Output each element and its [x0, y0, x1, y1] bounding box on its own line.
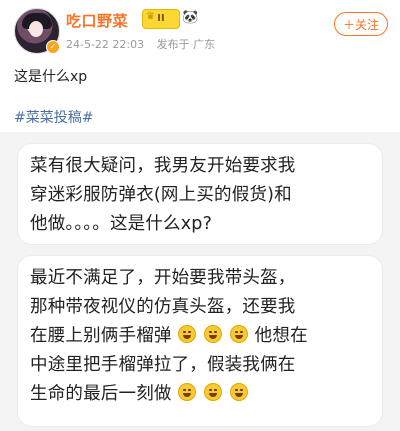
hashtag-link[interactable]: #菜菜投稿# — [14, 107, 93, 127]
post-source: 发布于 广东 — [156, 38, 216, 51]
bubble1-line-2: 穿迷彩服防弹衣(网上买的假货)和 — [30, 185, 292, 205]
bubble1-line-1: 菜有很大疑问，我男友开始要求我 — [30, 156, 296, 176]
chat-bubble-1: 菜有很大疑问，我男友开始要求我 穿迷彩服防弹衣(网上买的假货)和 他做。。。。这… — [18, 144, 382, 244]
bubble2-line-1: 最近不满足了，开始要我带头盔， — [30, 268, 296, 288]
level-badge-label: II — [157, 13, 165, 24]
level-badge: ♛ II — [142, 9, 180, 29]
bubble2-line-2: 那种带夜视仪的仿真头盔，还要我 — [30, 297, 296, 317]
bubble2-line-6: 生命的最后一刻做 — [30, 384, 172, 404]
bubble2-line-4: 他想在 — [254, 326, 308, 346]
laughing-emoji-icon — [229, 325, 248, 343]
follow-button[interactable]: ＋关注 — [334, 12, 388, 36]
verified-badge-icon: ✓ — [46, 40, 60, 54]
laughing-emoji-icon — [204, 325, 223, 343]
panda-icon: 🐼 — [182, 10, 199, 25]
laughing-emoji-icon — [204, 383, 223, 401]
post-meta: 24-5-22 22:03 发布于 广东 — [66, 36, 224, 52]
post-image[interactable]: 菜有很大疑问，我男友开始要求我 穿迷彩服防弹衣(网上买的假货)和 他做。。。。这… — [0, 132, 400, 431]
post-header: ✓ 吃口野菜 ♛ II 🐼 24-5-22 22:03 发布于 广东 ＋关注 — [0, 0, 400, 62]
chat-bubble-2: 最近不满足了，开始要我带头盔， 那种带夜视仪的仿真头盔，还要我 在腰上别俩手榴弹… — [18, 256, 382, 426]
avatar-face — [29, 21, 43, 37]
post-text: 这是什么xp — [14, 69, 88, 85]
laughing-emoji-icon — [229, 383, 248, 401]
author-name[interactable]: 吃口野菜 — [66, 10, 128, 31]
bubble2-line-5: 中途里把手榴弹拉了，假装我俩在 — [30, 355, 296, 375]
laughing-emoji-icon — [178, 325, 197, 343]
crown-icon: ♛ — [146, 11, 155, 22]
bubble1-line-3: 他做。。。。这是什么xp? — [30, 214, 213, 234]
bubble2-line-3: 在腰上别俩手榴弹 — [30, 326, 172, 346]
post-timestamp: 24-5-22 22:03 — [66, 38, 145, 51]
bubble2-line-6-row: 生命的最后一刻做 — [30, 380, 370, 409]
laughing-emoji-icon — [178, 383, 197, 401]
bubble2-line-3-row: 在腰上别俩手榴弹 他想在 — [30, 322, 370, 351]
